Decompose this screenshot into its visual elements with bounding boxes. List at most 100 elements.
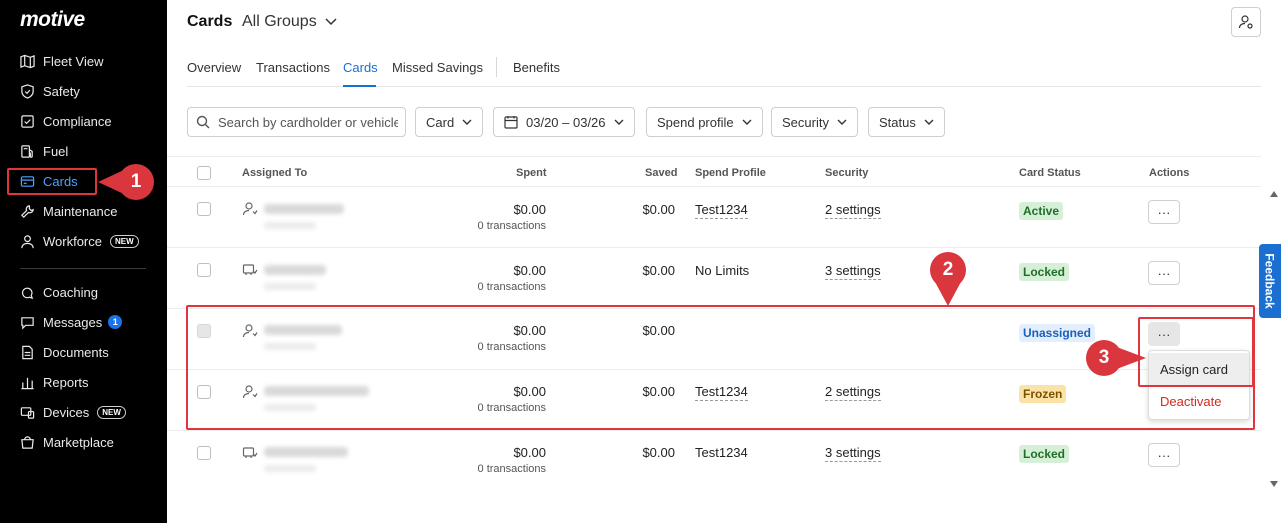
spend-profile-link[interactable]: No Limits [695,263,749,278]
coaching-icon [21,287,34,299]
search-icon [196,115,210,129]
tab-overview[interactable]: Overview [187,60,241,75]
header-security[interactable]: Security [825,167,868,179]
user-settings-button[interactable] [1231,7,1261,37]
sidebar-item-label: Coaching [43,284,98,300]
saved-amount: $0.00 [642,202,675,217]
scroll-up-arrow[interactable] [1270,191,1278,197]
search-input[interactable] [218,114,398,130]
sidebar-item-devices[interactable]: Devices NEW [10,398,156,426]
spend-profile-link[interactable]: Test1234 [695,202,748,219]
spent-amount: $0.00 [513,202,546,217]
sidebar-item-fleet-view[interactable]: Fleet View [10,47,156,75]
sidebar-item-label: Maintenance [43,203,118,219]
header-card-status[interactable]: Card Status [1019,167,1081,179]
chevron-down-icon [924,119,934,125]
scroll-down-arrow[interactable] [1270,481,1278,487]
table-top-border [167,156,1261,157]
status-filter-label: Status [879,114,916,130]
row-actions-button[interactable]: ··· [1148,261,1180,285]
spent-amount: $0.00 [513,445,546,460]
sidebar-item-label: Workforce [43,233,102,249]
row-checkbox[interactable] [197,202,211,216]
row-checkbox[interactable] [197,446,211,460]
sidebar-item-documents[interactable]: Documents [10,338,156,366]
map-icon [20,54,35,68]
document-icon [22,345,33,359]
sidebar-item-label: Fuel [43,143,69,159]
spend-profile-filter[interactable]: Spend profile [646,107,763,137]
sidebar-item-compliance[interactable]: Compliance [10,107,156,135]
spend-profile-link[interactable]: Test1234 [695,445,748,460]
sidebar-item-workforce[interactable]: Workforce NEW [10,227,156,255]
sidebar-item-label: Documents [43,344,109,360]
sidebar-item-messages[interactable]: Messages 1 [10,308,156,336]
header-spend-profile[interactable]: Spend Profile [695,167,766,179]
message-count-badge: 1 [108,315,123,329]
tab-bar: Overview Transactions Cards Missed Savin… [187,57,1261,87]
sidebar-item-safety[interactable]: Safety [10,77,156,105]
reports-icon [21,377,34,389]
sidebar-item-coaching[interactable]: Coaching [10,278,156,306]
annotation-marker-3: 3 [1098,347,1110,368]
row-actions-button[interactable]: ··· [1148,200,1180,224]
fuel-icon [21,144,33,158]
sidebar-item-marketplace[interactable]: Marketplace [10,428,156,456]
motive-logo[interactable]: motive [20,8,85,32]
chevron-down-icon [742,119,752,125]
sidebar-item-label: Fleet View [43,53,104,69]
sidebar: motive Fleet View Safety Compliance Fuel… [0,0,167,523]
tab-benefits[interactable]: Benefits [513,60,560,75]
sidebar-item-label: Safety [43,83,80,99]
sidebar-item-label: Reports [43,374,89,390]
header-divider [167,186,1261,187]
header-saved[interactable]: Saved [645,167,677,179]
sidebar-item-reports[interactable]: Reports [10,368,156,396]
app-window: motive Fleet View Safety Compliance Fuel… [0,0,1281,523]
status-filter[interactable]: Status [868,107,945,137]
sidebar-item-label: Marketplace [43,434,114,450]
date-range-filter[interactable]: 03/20 – 03/26 [493,107,635,137]
status-badge: Active [1019,202,1064,220]
row-actions-button[interactable]: ··· [1148,443,1180,467]
vehicle-icon [242,264,258,275]
security-filter[interactable]: Security [771,107,858,137]
sidebar-item-fuel[interactable]: Fuel [10,137,156,165]
assigned-name-redacted [264,447,348,457]
group-selector[interactable]: All Groups [242,13,337,31]
saved-amount: $0.00 [642,445,675,460]
header-assigned-to[interactable]: Assigned To [242,167,307,179]
security-settings-link[interactable]: 2 settings [825,202,881,219]
tab-missed-savings[interactable]: Missed Savings [392,60,483,75]
row-divider [167,247,1261,248]
highlight-cards-nav [7,168,97,195]
annotation-marker-2: 2 [942,259,954,280]
transaction-count: 0 transactions [477,281,546,293]
shield-icon [21,83,34,99]
security-settings-link[interactable]: 3 settings [825,445,881,462]
sidebar-item-maintenance[interactable]: Maintenance [10,197,156,225]
clipboard-icon [21,114,34,128]
select-all-checkbox[interactable] [197,166,211,180]
annotation-marker-1: 1 [130,171,142,192]
row-checkbox[interactable] [197,263,211,277]
search-box[interactable] [187,107,406,137]
security-settings-link[interactable]: 3 settings [825,263,881,280]
highlight-assign-card [1138,317,1254,387]
header-spent[interactable]: Spent [516,167,547,179]
new-badge: NEW [97,405,126,419]
tab-separator [496,57,497,77]
assigned-id-redacted [264,283,316,290]
marketplace-icon [21,435,34,449]
tab-cards[interactable]: Cards [343,60,378,75]
feedback-tab[interactable]: Feedback [1259,244,1281,318]
tab-transactions[interactable]: Transactions [256,60,330,75]
card-filter-label: Card [426,114,455,130]
group-selector-label: All Groups [242,13,317,30]
card-filter[interactable]: Card [415,107,484,137]
wrench-icon [21,204,34,218]
new-badge: NEW [110,234,139,248]
sidebar-item-label: Messages [43,314,103,330]
security-filter-label: Security [782,114,829,130]
spent-amount: $0.00 [513,263,546,278]
